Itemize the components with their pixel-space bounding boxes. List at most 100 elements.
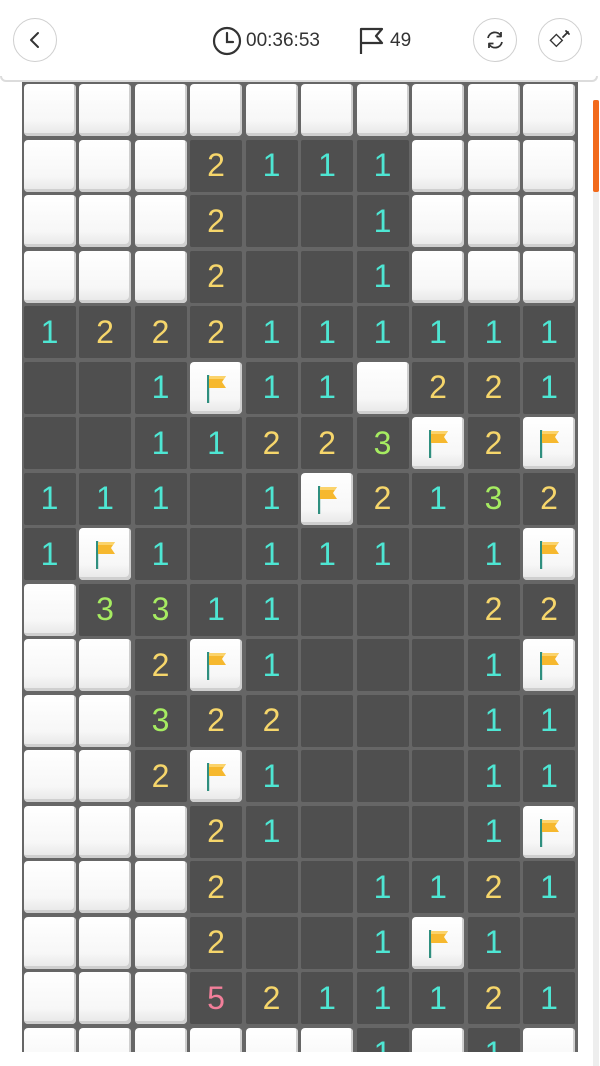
number-cell[interactable]: 3	[134, 583, 187, 636]
covered-cell[interactable]	[79, 1027, 131, 1052]
covered-cell[interactable]	[301, 84, 353, 136]
covered-cell[interactable]	[523, 195, 575, 247]
empty-cell[interactable]	[301, 750, 353, 802]
covered-cell[interactable]	[23, 694, 76, 747]
number-cell[interactable]: 3	[134, 694, 187, 747]
covered-cell[interactable]	[467, 250, 520, 303]
number-cell[interactable]: 1	[356, 916, 409, 969]
covered-cell[interactable]	[79, 805, 131, 858]
empty-cell[interactable]	[412, 694, 464, 747]
covered-cell[interactable]	[412, 1027, 464, 1052]
covered-cell[interactable]	[23, 916, 76, 969]
empty-cell[interactable]	[412, 805, 464, 858]
covered-cell[interactable]	[523, 250, 575, 303]
empty-cell[interactable]	[356, 694, 409, 747]
covered-cell[interactable]	[523, 139, 575, 192]
empty-cell[interactable]	[245, 195, 298, 247]
number-cell[interactable]: 2	[523, 583, 575, 636]
number-cell[interactable]: 2	[190, 916, 242, 969]
number-cell[interactable]: 1	[467, 916, 520, 969]
empty-cell[interactable]	[301, 639, 353, 691]
covered-cell[interactable]	[23, 861, 76, 913]
covered-cell[interactable]	[23, 250, 76, 303]
empty-cell[interactable]	[356, 750, 409, 802]
number-cell[interactable]: 1	[412, 306, 464, 358]
empty-cell[interactable]	[356, 639, 409, 691]
covered-cell[interactable]	[79, 84, 131, 136]
number-cell[interactable]: 1	[134, 528, 187, 580]
restart-button[interactable]	[473, 18, 517, 62]
covered-cell[interactable]	[134, 84, 187, 136]
covered-cell[interactable]	[356, 361, 409, 414]
flagged-cell[interactable]	[412, 417, 464, 469]
flagged-cell[interactable]	[79, 528, 131, 580]
empty-cell[interactable]	[301, 805, 353, 858]
covered-cell[interactable]	[79, 195, 131, 247]
number-cell[interactable]: 2	[467, 861, 520, 913]
covered-cell[interactable]	[134, 972, 187, 1024]
minefield-board[interactable]: 2111212112221111111112211122321111213211…	[22, 82, 578, 1052]
covered-cell[interactable]	[134, 805, 187, 858]
covered-cell[interactable]	[134, 861, 187, 913]
covered-cell[interactable]	[190, 1027, 242, 1052]
covered-cell[interactable]	[23, 84, 76, 136]
covered-cell[interactable]	[134, 139, 187, 192]
number-cell[interactable]: 1	[301, 528, 353, 580]
hint-button[interactable]	[538, 18, 582, 62]
number-cell[interactable]: 2	[190, 805, 242, 858]
number-cell[interactable]: 1	[356, 861, 409, 913]
covered-cell[interactable]	[523, 1027, 575, 1052]
number-cell[interactable]: 2	[190, 139, 242, 192]
empty-cell[interactable]	[412, 750, 464, 802]
number-cell[interactable]: 2	[245, 972, 298, 1024]
covered-cell[interactable]	[23, 139, 76, 192]
covered-cell[interactable]	[245, 84, 298, 136]
number-cell[interactable]: 1	[301, 139, 353, 192]
number-cell[interactable]: 1	[134, 472, 187, 525]
covered-cell[interactable]	[356, 84, 409, 136]
number-cell[interactable]: 1	[523, 306, 575, 358]
number-cell[interactable]: 1	[245, 583, 298, 636]
empty-cell[interactable]	[245, 861, 298, 913]
number-cell[interactable]: 1	[245, 139, 298, 192]
empty-cell[interactable]	[523, 916, 575, 969]
number-cell[interactable]: 1	[523, 972, 575, 1024]
empty-cell[interactable]	[301, 861, 353, 913]
covered-cell[interactable]	[79, 861, 131, 913]
flagged-cell[interactable]	[523, 639, 575, 691]
number-cell[interactable]: 2	[134, 750, 187, 802]
number-cell[interactable]: 1	[245, 805, 298, 858]
number-cell[interactable]: 1	[523, 694, 575, 747]
number-cell[interactable]: 1	[467, 805, 520, 858]
empty-cell[interactable]	[356, 805, 409, 858]
covered-cell[interactable]	[79, 750, 131, 802]
number-cell[interactable]: 2	[190, 694, 242, 747]
flagged-cell[interactable]	[190, 361, 242, 414]
number-cell[interactable]: 2	[412, 361, 464, 414]
number-cell[interactable]: 1	[356, 1027, 409, 1052]
covered-cell[interactable]	[412, 139, 464, 192]
flagged-cell[interactable]	[523, 417, 575, 469]
number-cell[interactable]: 1	[301, 361, 353, 414]
number-cell[interactable]: 2	[467, 417, 520, 469]
covered-cell[interactable]	[23, 639, 76, 691]
number-cell[interactable]: 1	[467, 1027, 520, 1052]
number-cell[interactable]: 3	[356, 417, 409, 469]
number-cell[interactable]: 3	[467, 472, 520, 525]
number-cell[interactable]: 2	[301, 417, 353, 469]
number-cell[interactable]: 1	[356, 306, 409, 358]
number-cell[interactable]: 1	[245, 528, 298, 580]
number-cell[interactable]: 2	[134, 639, 187, 691]
covered-cell[interactable]	[23, 972, 76, 1024]
number-cell[interactable]: 1	[79, 472, 131, 525]
number-cell[interactable]: 2	[190, 195, 242, 247]
flagged-cell[interactable]	[412, 916, 464, 969]
covered-cell[interactable]	[412, 84, 464, 136]
number-cell[interactable]: 1	[23, 528, 76, 580]
covered-cell[interactable]	[467, 195, 520, 247]
number-cell[interactable]: 1	[245, 639, 298, 691]
number-cell[interactable]: 2	[245, 417, 298, 469]
empty-cell[interactable]	[79, 361, 131, 414]
number-cell[interactable]: 2	[523, 472, 575, 525]
empty-cell[interactable]	[301, 195, 353, 247]
